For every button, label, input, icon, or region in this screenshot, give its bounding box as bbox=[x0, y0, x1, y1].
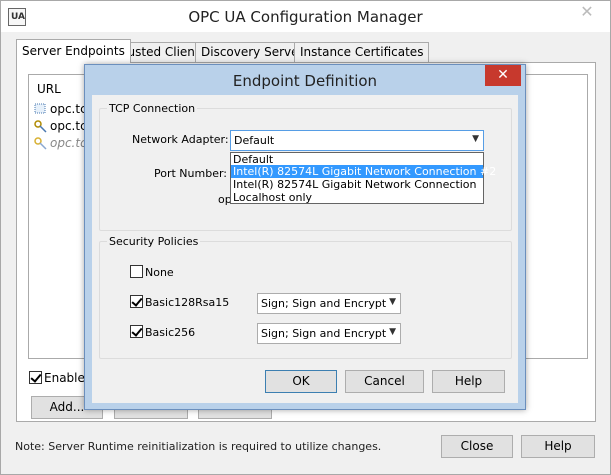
tab-instance-certificates[interactable]: Instance Certificates bbox=[294, 42, 430, 62]
policy-none-label: None bbox=[145, 266, 174, 279]
basic256-mode-value: Sign; Sign and Encrypt bbox=[261, 327, 387, 340]
chevron-down-icon: ▼ bbox=[389, 327, 396, 337]
policy-none-checkbox[interactable] bbox=[130, 265, 143, 278]
key-endpoint-icon bbox=[34, 137, 47, 150]
dialog-help-button[interactable]: Help bbox=[432, 370, 505, 393]
main-close-icon[interactable]: ✕ bbox=[572, 2, 602, 22]
main-titlebar: UA OPC UA Configuration Manager ✕ bbox=[1, 1, 610, 32]
ok-button[interactable]: OK bbox=[265, 370, 337, 393]
chevron-down-icon: ▼ bbox=[389, 297, 396, 307]
policy-basic256-checkbox[interactable] bbox=[130, 325, 143, 338]
basic128rsa15-mode-value: Sign; Sign and Encrypt bbox=[261, 297, 387, 310]
policy-basic128rsa15-label: Basic128Rsa15 bbox=[145, 296, 230, 309]
endpoint-definition-dialog: Endpoint Definition ✕ TCP Connection Net… bbox=[84, 64, 526, 410]
network-adapter-dropdown: Default Intel(R) 82574L Gigabit Network … bbox=[230, 152, 496, 204]
basic256-mode-select[interactable]: Sign; Sign and Encrypt ▼ bbox=[257, 323, 401, 344]
dropdown-option[interactable]: Localhost only bbox=[231, 191, 483, 204]
dropdown-option[interactable]: Intel(R) 82574L Gigabit Network Connecti… bbox=[231, 178, 483, 191]
key-endpoint-icon bbox=[34, 120, 47, 133]
cancel-button[interactable]: Cancel bbox=[345, 370, 424, 393]
network-adapter-value: Default bbox=[234, 134, 275, 147]
chevron-down-icon: ▼ bbox=[472, 134, 479, 144]
close-button[interactable]: Close bbox=[441, 435, 513, 458]
note-text: Note: Server Runtime reinitialization is… bbox=[15, 440, 382, 453]
list-item-text: opc.tc bbox=[50, 119, 87, 133]
dialog-title: Endpoint Definition bbox=[232, 72, 378, 90]
dropdown-option-selected[interactable]: Intel(R) 82574L Gigabit Network Connecti… bbox=[231, 165, 496, 178]
policy-basic256-label: Basic256 bbox=[145, 326, 196, 339]
url-column-header[interactable]: URL bbox=[37, 82, 61, 96]
tab-server-endpoints[interactable]: Server Endpoints bbox=[16, 39, 131, 63]
help-button[interactable]: Help bbox=[521, 435, 595, 458]
network-adapter-select[interactable]: Default ▼ bbox=[230, 130, 484, 151]
port-number-label: Port Number: bbox=[154, 167, 228, 180]
policy-basic256[interactable]: Basic256 bbox=[130, 325, 195, 339]
dialog-body: TCP Connection Network Adapter: Default … bbox=[92, 95, 518, 403]
window-title: OPC UA Configuration Manager bbox=[188, 8, 423, 26]
enabled-checkbox-box[interactable] bbox=[29, 371, 42, 384]
list-item[interactable]: opc.tc bbox=[34, 136, 87, 152]
policy-none[interactable]: None bbox=[130, 265, 174, 279]
basic128rsa15-mode-select[interactable]: Sign; Sign and Encrypt ▼ bbox=[257, 293, 401, 314]
tcp-connection-legend: TCP Connection bbox=[107, 102, 198, 115]
list-item[interactable]: opc.tc bbox=[34, 119, 87, 135]
security-policies-legend: Security Policies bbox=[107, 235, 201, 248]
dialog-close-icon[interactable]: ✕ bbox=[485, 65, 521, 86]
policy-basic128rsa15-checkbox[interactable] bbox=[130, 295, 143, 308]
network-adapter-label: Network Adapter: bbox=[132, 133, 229, 146]
enabled-checkbox[interactable]: Enabled bbox=[29, 371, 93, 385]
policy-basic128rsa15[interactable]: Basic128Rsa15 bbox=[130, 295, 229, 309]
list-item-text: opc.tc bbox=[50, 136, 87, 150]
